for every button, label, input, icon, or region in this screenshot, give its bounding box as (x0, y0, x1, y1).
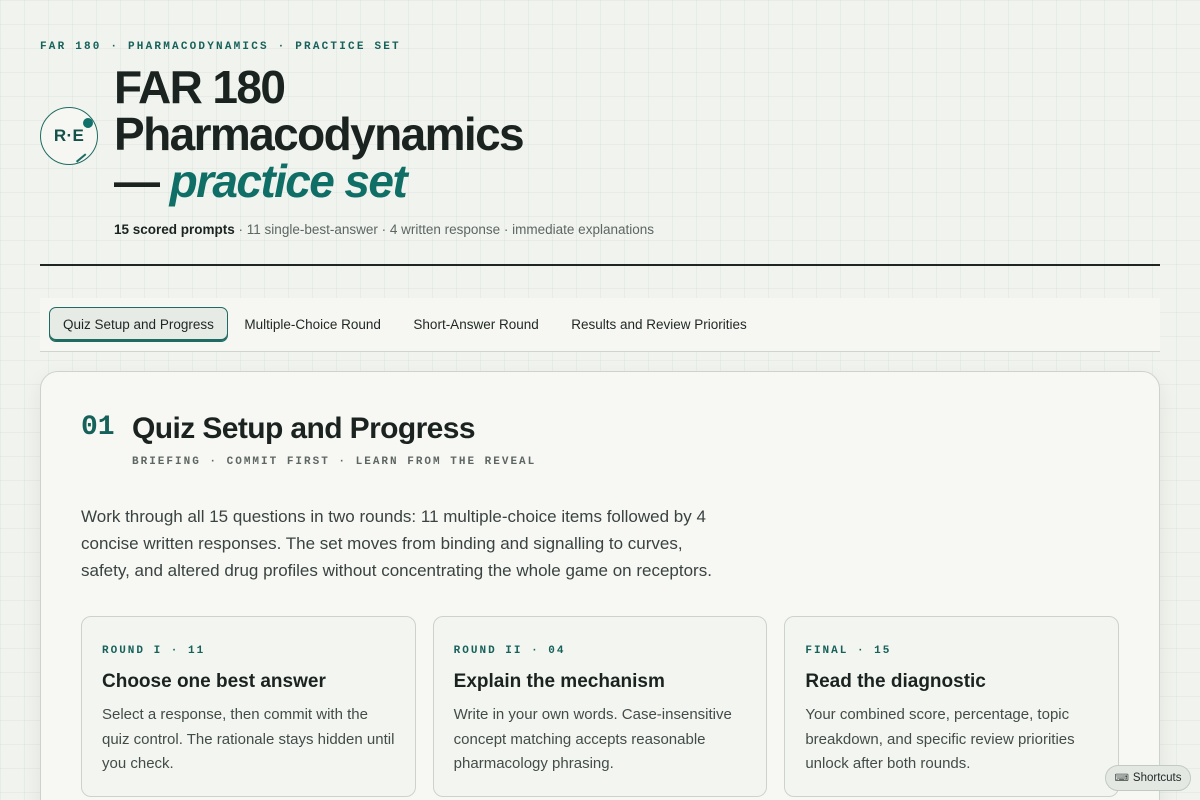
section-title: Quiz Setup and Progress (132, 412, 476, 445)
round-cards: ROUND I · 11 Choose one best answer Sele… (81, 616, 1120, 797)
meta-prompt-count: 15 scored prompts (114, 222, 235, 237)
card-round-one: ROUND I · 11 Choose one best answer Sele… (81, 616, 416, 797)
logo-stroke-icon (75, 152, 87, 162)
tab-bar: Quiz Setup and Progress Multiple-Choice … (40, 298, 1160, 352)
card-kicker: ROUND II · 04 (453, 645, 566, 657)
setup-panel: 01 Quiz Setup and Progress BRIEFING · CO… (40, 371, 1160, 800)
logo: R·E (40, 107, 98, 165)
card-title: Choose one best answer (102, 671, 326, 692)
tab-multiple-choice[interactable]: Multiple-Choice Round (228, 307, 397, 342)
tab-quiz-setup[interactable]: Quiz Setup and Progress (49, 307, 228, 342)
card-kicker: FINAL · 15 (805, 645, 892, 657)
course-kicker: FAR 180 · PHARMACODYNAMICS · PRACTICE SE… (40, 41, 401, 53)
tab-results[interactable]: Results and Review Priorities (555, 307, 763, 342)
card-body: Your combined score, percentage, topic b… (805, 706, 1075, 772)
card-title: Read the diagnostic (805, 671, 986, 692)
header-divider (40, 264, 1160, 266)
shortcuts-label: Shortcuts (1132, 772, 1182, 784)
title-line-3: — practice set (114, 158, 523, 205)
section-number: 01 (81, 412, 115, 443)
section-subtitle: BRIEFING · COMMIT FIRST · LEARN FROM THE… (132, 456, 537, 468)
page-title: FAR 180 Pharmacodynamics — practice set (114, 61, 525, 205)
title-accent: practice set (169, 155, 408, 207)
card-kicker: ROUND I · 11 (102, 645, 206, 657)
card-round-two: ROUND II · 04 Explain the mechanism Writ… (432, 616, 768, 797)
card-final: FINAL · 15 Read the diagnostic Your comb… (784, 616, 1120, 797)
card-body: Write in your own words. Case-insensitiv… (453, 706, 732, 772)
title-line-2: Pharmacodynamics (114, 108, 525, 160)
logo-text: R·E (53, 126, 85, 145)
card-body: Select a response, then commit with the … (102, 706, 395, 772)
card-title: Explain the mechanism (453, 671, 665, 692)
keyboard-icon: ⌨ (1114, 772, 1129, 784)
logo-dot-icon (83, 118, 93, 128)
shortcuts-button[interactable]: ⌨ Shortcuts (1105, 765, 1191, 791)
title-line-1: FAR 180 (114, 61, 286, 113)
title-dash: — (114, 155, 170, 207)
section-intro: Work through all 15 questions in two rou… (81, 507, 712, 580)
quiz-meta: 15 scored prompts · 11 single-best-answe… (114, 222, 654, 237)
tab-short-answer[interactable]: Short-Answer Round (397, 307, 554, 342)
meta-details: · 11 single-best-answer · 4 written resp… (234, 222, 654, 237)
